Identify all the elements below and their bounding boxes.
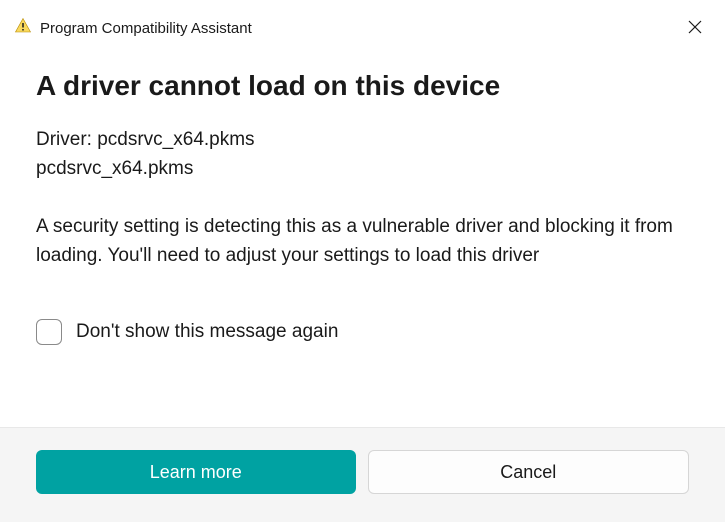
titlebar: Program Compatibility Assistant (0, 0, 725, 52)
close-icon (688, 20, 702, 37)
dont-show-again-row[interactable]: Don't show this message again (36, 319, 689, 345)
titlebar-left: Program Compatibility Assistant (14, 17, 252, 40)
driver-line-2: pcdsrvc_x64.pkms (36, 154, 689, 183)
content-area: A driver cannot load on this device Driv… (0, 52, 725, 345)
explanation-text: A security setting is detecting this as … (36, 212, 689, 271)
warning-icon (14, 17, 32, 40)
dont-show-again-label[interactable]: Don't show this message again (76, 321, 338, 343)
driver-info: Driver: pcdsrvc_x64.pkms pcdsrvc_x64.pkm… (36, 125, 689, 184)
page-heading: A driver cannot load on this device (36, 68, 689, 103)
footer: Learn more Cancel (0, 427, 725, 522)
window-title: Program Compatibility Assistant (40, 20, 252, 37)
learn-more-button[interactable]: Learn more (36, 450, 356, 494)
cancel-button[interactable]: Cancel (368, 450, 690, 494)
driver-line-1: Driver: pcdsrvc_x64.pkms (36, 125, 689, 154)
close-button[interactable] (679, 12, 711, 44)
dont-show-again-checkbox[interactable] (36, 319, 62, 345)
